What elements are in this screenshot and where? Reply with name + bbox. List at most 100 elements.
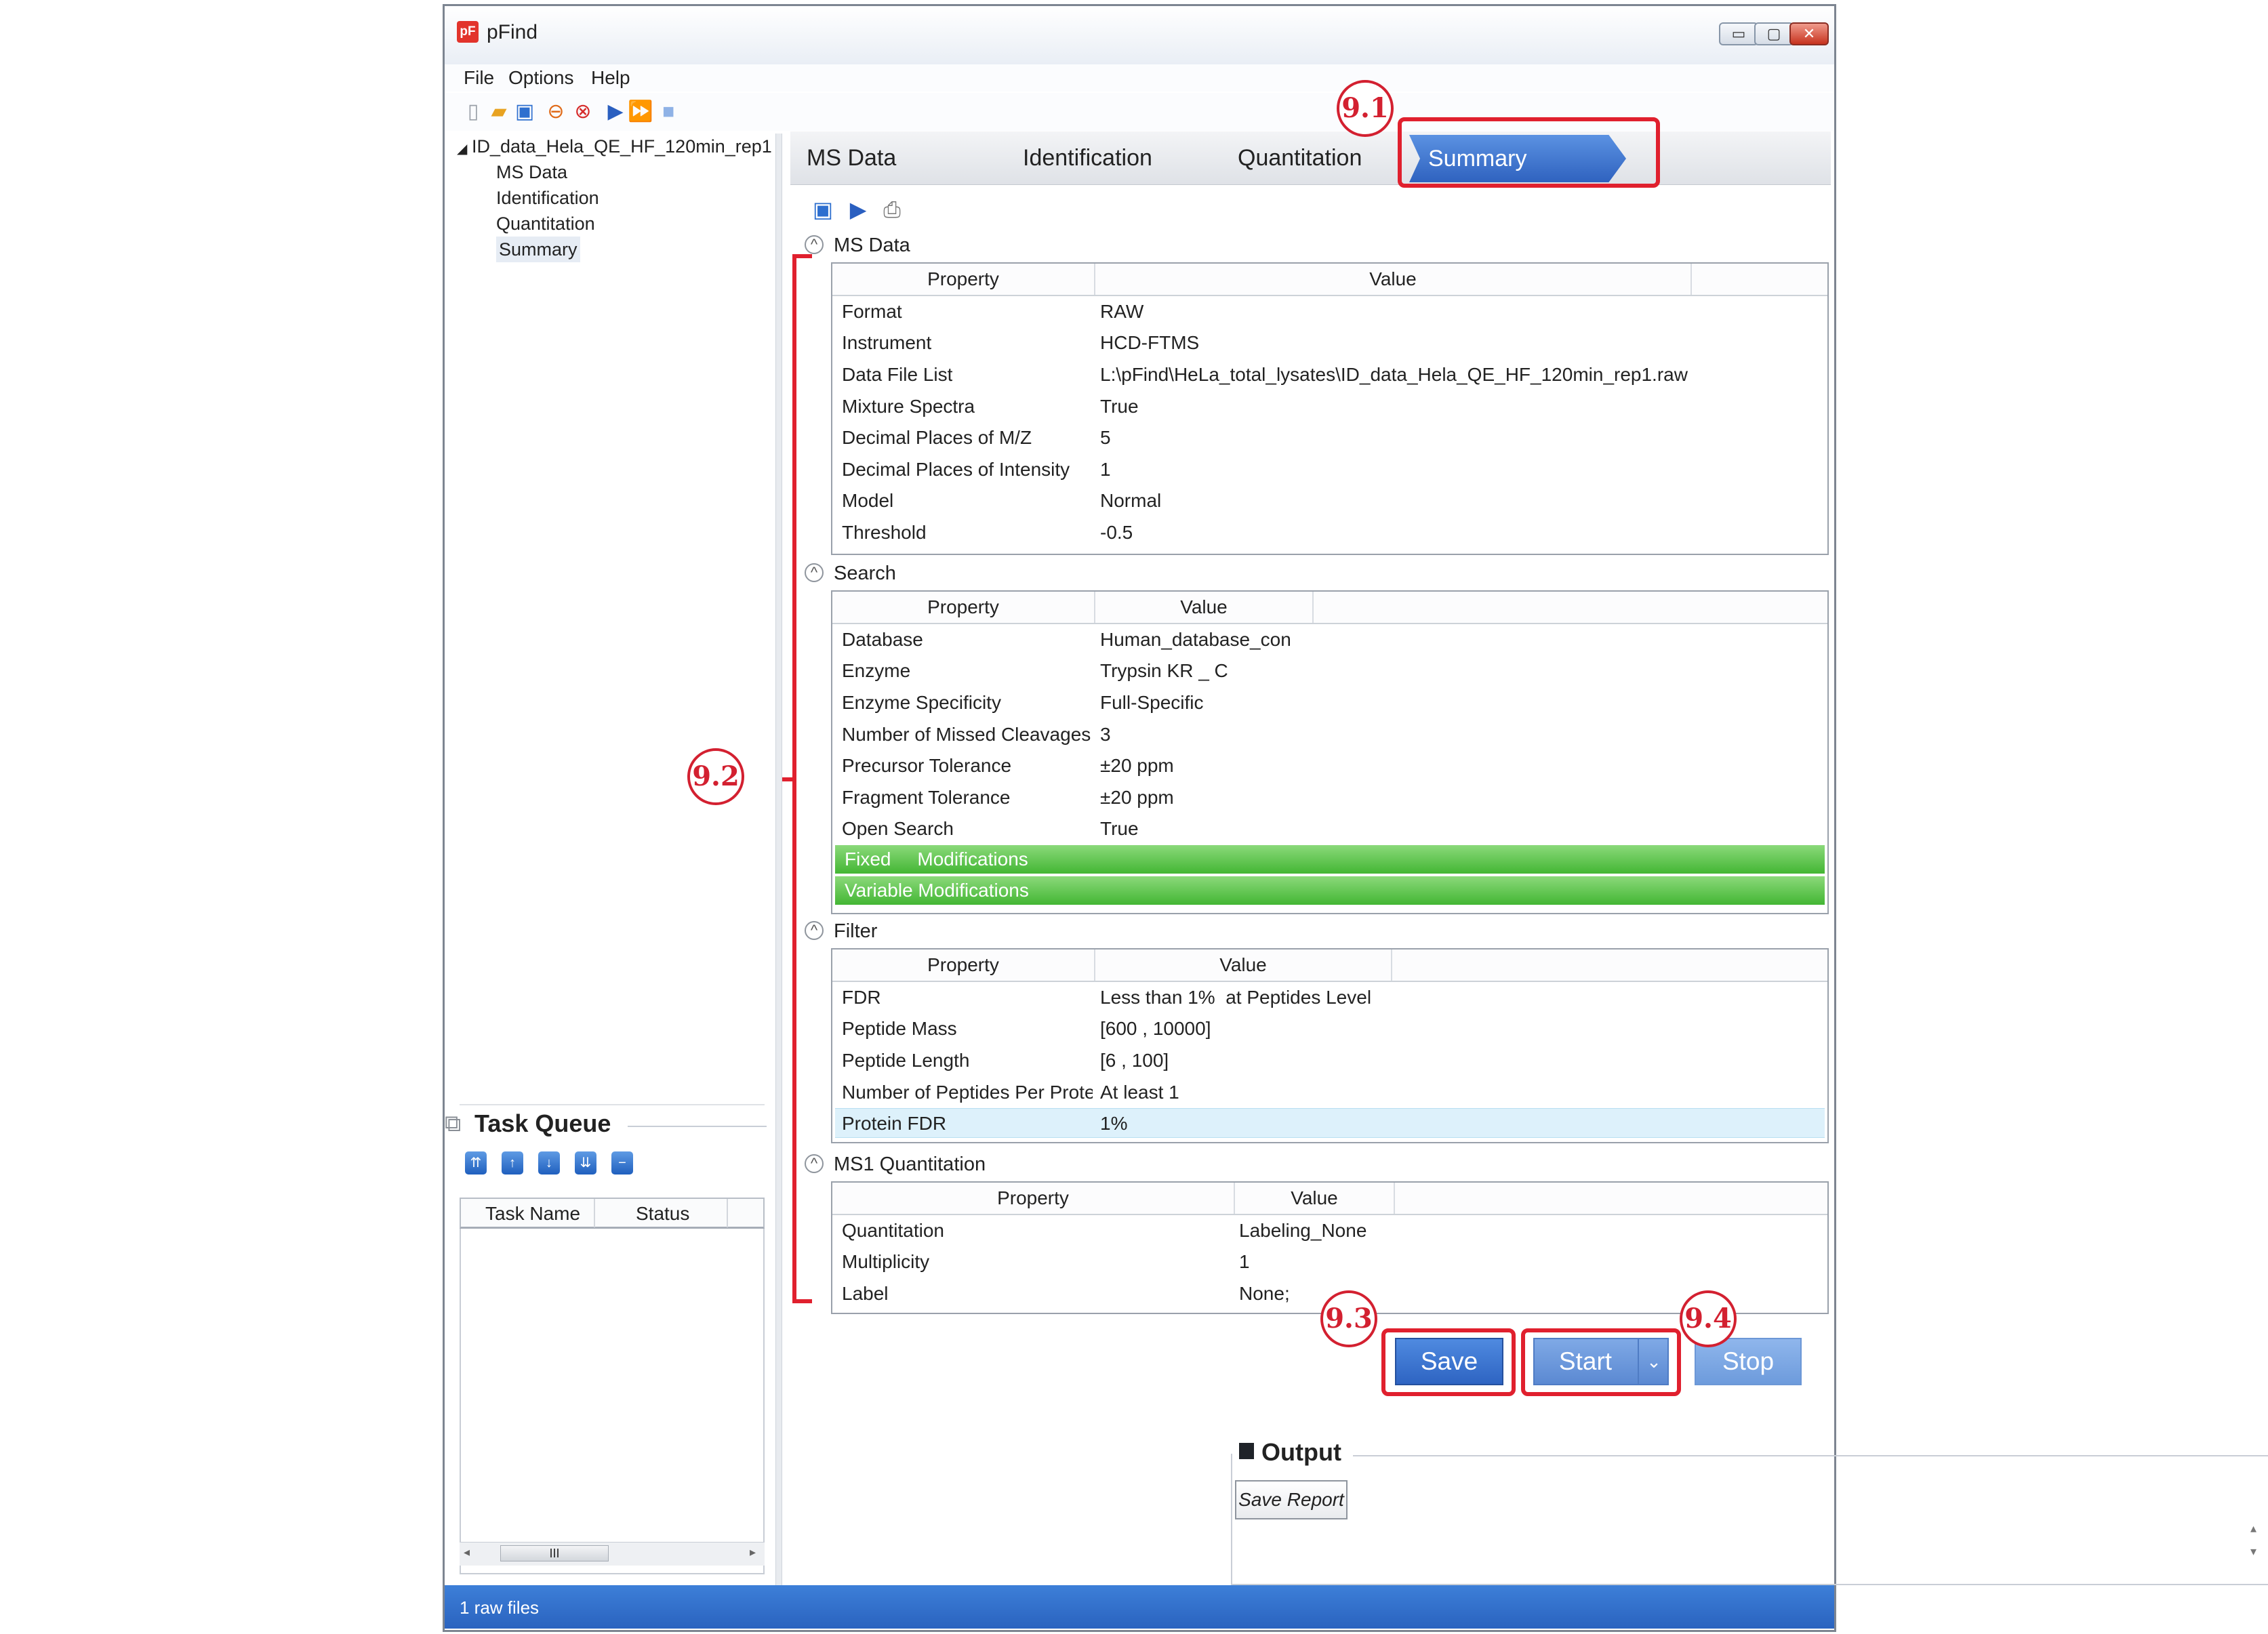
table-row[interactable]: Mixture Spectra True	[832, 391, 1827, 422]
output-scroll-down-icon[interactable]: ▾	[2250, 1545, 2256, 1559]
task-queue-header: Task Name Status	[460, 1198, 765, 1229]
project-tree: ◢ ID_data_Hela_QE_HF_120min_rep1 MS Data…	[445, 134, 773, 1082]
table-row[interactable]: Number of Missed Cleavages 3	[832, 719, 1827, 750]
table-row[interactable]: Enzyme Specificity Full-Specific	[832, 687, 1827, 718]
tab-ms-data[interactable]: MS Data	[807, 145, 896, 171]
tree-item-summary[interactable]: Summary	[496, 237, 580, 262]
menu-help[interactable]: Help	[591, 64, 630, 91]
table-row[interactable]: FDR Less than 1% at Peptides Level	[832, 982, 1827, 1013]
tab-quantitation[interactable]: Quantitation	[1238, 145, 1362, 171]
scroll-left-icon[interactable]: ◂	[464, 1545, 470, 1559]
tree-item-quantitation[interactable]: Quantitation	[496, 211, 595, 237]
table-row[interactable]: Decimal Places of Intensity 1	[832, 454, 1827, 485]
table-row[interactable]: Decimal Places of M/Z 5	[832, 422, 1827, 453]
header-value[interactable]: Value	[1095, 949, 1392, 981]
new-file-icon[interactable]: ▯	[461, 100, 485, 124]
header-property[interactable]: Property	[832, 264, 1095, 295]
cancel-icon[interactable]: ⊗	[571, 100, 595, 124]
move-down-icon[interactable]: ↓	[538, 1151, 560, 1175]
summary-save-icon[interactable]: ▣	[809, 196, 836, 223]
fixed-modifications-row[interactable]: Fixed Modifications	[835, 845, 1825, 874]
header-value[interactable]: Value	[1235, 1183, 1395, 1214]
section-ms1-quantitation-title: MS1 Quantitation	[834, 1153, 986, 1175]
table-row[interactable]: Quantitation Labeling_None	[832, 1215, 1827, 1246]
window-title: pFind	[487, 21, 538, 43]
annotation-bracket	[782, 254, 812, 1303]
print-icon[interactable]: ⎙	[878, 196, 906, 223]
search-grid: Property Value Database Human_database_co…	[831, 590, 1829, 914]
table-row-selected[interactable]: Protein FDR 1%	[835, 1108, 1825, 1138]
column-task-name[interactable]: Task Name	[485, 1203, 580, 1225]
annotation-box-start	[1521, 1328, 1681, 1396]
section-search-title: Search	[834, 563, 896, 584]
table-row[interactable]: Peptide Mass [600 , 10000]	[832, 1013, 1827, 1044]
app-logo-icon: pF	[457, 21, 479, 43]
header-property[interactable]: Property	[832, 1183, 1235, 1214]
table-row[interactable]: Data File List L:\pFind\HeLa_total_lysate…	[832, 359, 1827, 390]
task-queue-icon: ⧉	[445, 1111, 462, 1137]
save-report-button[interactable]: Save Report	[1235, 1480, 1348, 1519]
close-button[interactable]: ✕	[1789, 22, 1829, 45]
menu-bar: File Options Help	[445, 64, 1834, 91]
table-row[interactable]: Peptide Length [6 , 100]	[832, 1045, 1827, 1076]
annotation-badge-9-3: 9.3	[1320, 1290, 1377, 1347]
maximize-button[interactable]: ▢	[1754, 22, 1794, 45]
scroll-thumb[interactable]: III	[500, 1545, 609, 1561]
table-row[interactable]: Enzyme Trypsin KR _ C	[832, 655, 1827, 687]
move-up-icon[interactable]: ↑	[502, 1151, 523, 1175]
task-queue-list[interactable]	[460, 1229, 765, 1574]
annotation-badge-9-4: 9.4	[1680, 1290, 1737, 1347]
table-row[interactable]: Precursor Tolerance ±20 ppm	[832, 750, 1827, 781]
table-row[interactable]: Format RAW	[832, 296, 1827, 327]
stop-circle-icon[interactable]: ⊖	[544, 100, 568, 124]
table-row[interactable]: Model Normal	[832, 485, 1827, 516]
section-ms-data-title: MS Data	[834, 234, 910, 256]
menu-file[interactable]: File	[464, 64, 494, 91]
move-bottom-icon[interactable]: ⇊	[575, 1151, 596, 1175]
save-icon[interactable]: ▣	[512, 100, 537, 124]
table-row[interactable]: Database Human_database_con	[832, 624, 1827, 655]
tree-item-identification[interactable]: Identification	[496, 185, 599, 211]
header-value[interactable]: Value	[1095, 592, 1314, 623]
remove-icon[interactable]: −	[611, 1151, 633, 1175]
table-row[interactable]: Fragment Tolerance ±20 ppm	[832, 782, 1827, 813]
header-property[interactable]: Property	[832, 949, 1095, 981]
stop-square-icon[interactable]: ■	[656, 100, 681, 124]
annotation-badge-9-1: 9.1	[1337, 80, 1394, 137]
section-filter-title: Filter	[834, 920, 878, 942]
open-folder-icon[interactable]: ▰	[487, 100, 511, 124]
menu-options[interactable]: Options	[508, 64, 574, 91]
output-scroll-up-icon[interactable]: ▴	[2250, 1521, 2256, 1536]
table-row[interactable]: Threshold -0.5	[832, 517, 1827, 548]
task-queue-title: Task Queue	[474, 1109, 611, 1137]
summary-run-icon[interactable]: ▶	[845, 196, 872, 223]
header-property[interactable]: Property	[832, 592, 1095, 623]
variable-modifications-row[interactable]: Variable Modifications	[835, 876, 1825, 905]
tab-identification[interactable]: Identification	[1023, 145, 1152, 171]
column-status[interactable]: Status	[636, 1203, 689, 1225]
tab-strip: MS Data Identification Quantitation Summ…	[790, 131, 1831, 185]
title-bar: pF pFind ▭ ▢ ✕	[445, 6, 1834, 65]
task-queue-rule	[628, 1126, 767, 1127]
move-top-icon[interactable]: ⇈	[465, 1151, 487, 1175]
scroll-right-icon[interactable]: ▸	[750, 1545, 756, 1559]
annotation-badge-9-2: 9.2	[687, 748, 744, 805]
run-all-icon[interactable]: ⏩	[628, 100, 653, 124]
table-row[interactable]: Multiplicity 1	[832, 1246, 1827, 1278]
table-row[interactable]: Number of Peptides Per Protein At least 1	[832, 1077, 1827, 1108]
ms1-quantitation-grid: Property Value Quantitation Labeling_None…	[831, 1181, 1829, 1314]
table-row[interactable]: Instrument HCD-FTMS	[832, 327, 1827, 359]
run-icon[interactable]: ▶	[603, 100, 628, 124]
header-value[interactable]: Value	[1095, 264, 1692, 295]
annotation-box-save	[1381, 1328, 1516, 1396]
ms-data-grid: Property Value Format RAW Instrument HCD-F…	[831, 262, 1829, 555]
tree-expand-icon[interactable]: ◢	[457, 136, 467, 162]
tree-item-ms-data[interactable]: MS Data	[496, 159, 567, 185]
tree-root[interactable]: ID_data_Hela_QE_HF_120min_rep1	[472, 134, 772, 159]
output-panel	[1231, 1454, 2268, 1585]
minimize-button[interactable]: ▭	[1719, 22, 1758, 45]
filter-grid: Property Value FDR Less than 1% at Peptid…	[831, 948, 1829, 1143]
status-bar: 1 raw files	[445, 1585, 1834, 1629]
task-queue-scrollbar[interactable]: ◂ III ▸	[460, 1542, 765, 1566]
table-row[interactable]: Open Search True	[832, 813, 1827, 844]
